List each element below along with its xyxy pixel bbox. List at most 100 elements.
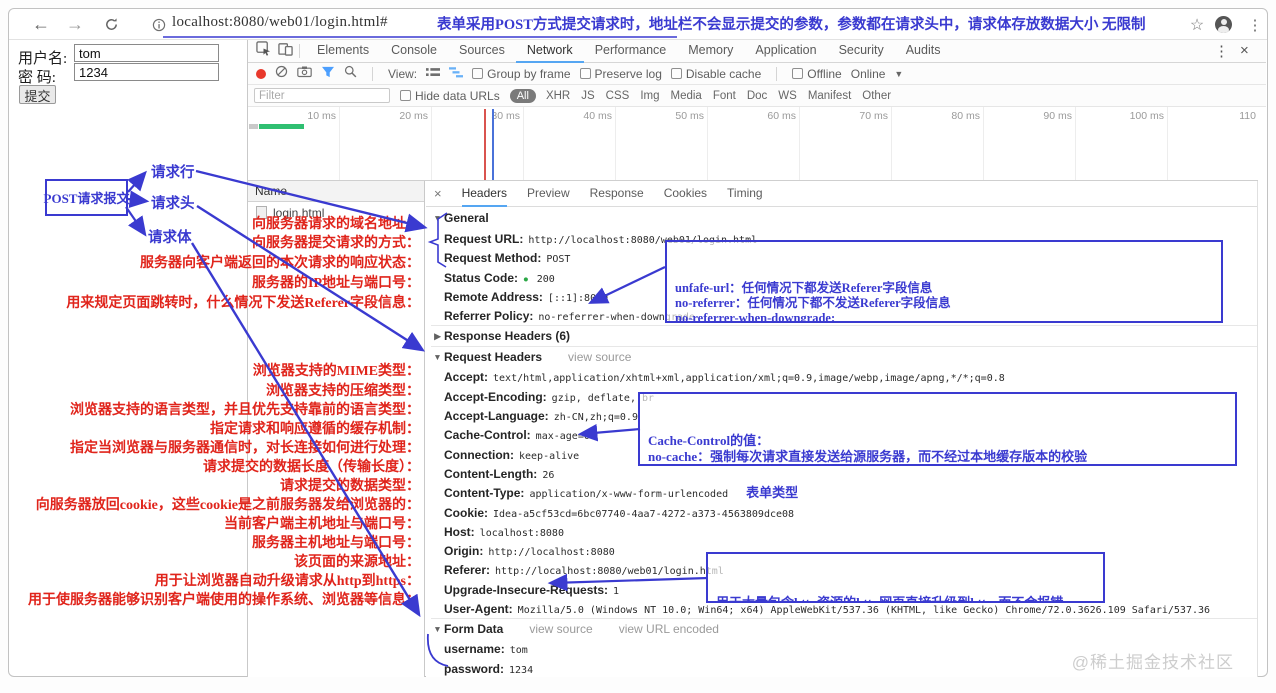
timeline-tick-label: 80 ms (892, 107, 984, 180)
devtools-tab[interactable]: Sources (448, 40, 516, 63)
view-source-link[interactable]: view URL encoded (619, 622, 719, 636)
disable-cache-checkbox[interactable]: Disable cache (670, 67, 761, 81)
username-field[interactable] (74, 44, 219, 62)
waterfall-bar-gray (249, 124, 258, 129)
view-source-link[interactable]: view source (529, 622, 592, 636)
note-line: 用于大量包含http资源的http网页直接升级到https而不会报错， (716, 595, 1077, 603)
triangle-down-icon: ▼ (433, 351, 442, 362)
load-event-marker (492, 109, 494, 180)
record-button[interactable] (256, 68, 266, 79)
devtools-tab[interactable]: Application (744, 40, 827, 63)
filter-type-all[interactable]: All (509, 88, 536, 103)
screenshot-root: { "browser": { "url": "localhost:8080/we… (0, 0, 1276, 693)
watermark: @稀土掘金技术社区 (1071, 653, 1234, 672)
waterfall-bar-green (259, 124, 304, 129)
request-body-label: 请求体 (148, 230, 192, 246)
reload-icon (105, 18, 117, 30)
devtools-tab[interactable]: Elements (306, 40, 380, 63)
search-icon (344, 65, 357, 77)
chevron-down-icon[interactable]: ▼ (894, 69, 903, 79)
details-tab[interactable]: Cookies (664, 181, 707, 207)
divider (372, 66, 373, 81)
name-column-header[interactable]: Name (248, 181, 424, 202)
timeline-tick-label: 70 ms (800, 107, 892, 180)
timeline-tick-label: 50 ms (616, 107, 708, 180)
upgrade-insecure-note-box: 用于大量包含http资源的http网页直接升级到https而不会报错，简洁的说，… (706, 552, 1105, 603)
filter-type[interactable]: WS (778, 90, 797, 102)
bookmark-star-icon[interactable]: ☆ (1185, 9, 1209, 40)
preserve-log-checkbox[interactable]: Preserve log (579, 67, 662, 81)
devtools-tabs: Elements Console Sources Network Performance… (306, 40, 951, 63)
device-toolbar-icon[interactable] (278, 41, 293, 61)
filter-type[interactable]: Font (713, 90, 736, 102)
screenshot-button[interactable] (297, 65, 312, 83)
filter-type[interactable]: XHR (546, 90, 570, 102)
list-view-icon[interactable] (426, 65, 441, 83)
devtools-tab[interactable]: Security (828, 40, 895, 63)
url-bar[interactable]: localhost:8080/web01/login.html# (172, 14, 388, 31)
search-button[interactable] (344, 65, 357, 83)
details-tab[interactable]: Preview (527, 181, 570, 207)
devtools-tab[interactable]: Audits (895, 40, 952, 63)
offline-checkbox[interactable]: Offline (792, 67, 842, 81)
inspect-element-icon[interactable] (256, 41, 271, 61)
password-field[interactable] (74, 63, 219, 81)
filter-type[interactable]: Doc (747, 90, 767, 102)
info-icon[interactable] (147, 9, 171, 40)
devtools-tab[interactable]: Memory (677, 40, 744, 63)
timeline-tick-label: 100 ms (1076, 107, 1168, 180)
back-button[interactable]: ← (29, 9, 53, 40)
filter-bar: Hide data URLs All XHR JS CSS Img Media Font D… (248, 85, 1266, 107)
view-source-link[interactable]: view source (568, 350, 631, 364)
reload-button[interactable] (99, 9, 123, 40)
filter-type[interactable]: Manifest (808, 90, 851, 102)
section-links: view source (542, 347, 631, 368)
details-tab[interactable]: Timing (727, 181, 763, 207)
filter-type[interactable]: Media (670, 90, 701, 102)
section-links: view source view URL encoded (503, 619, 719, 640)
form-data-section-header[interactable]: ▼ Form Data view source view URL encoded (431, 618, 1257, 639)
filter-type[interactable]: CSS (606, 90, 630, 102)
filter-types: XHR JS CSS Img Media Font Doc WS Manifest Other (546, 90, 891, 102)
devtools-tab[interactable]: Network (515, 40, 584, 63)
response-headers-section-header[interactable]: ▶ Response Headers (6) (431, 325, 1257, 346)
browser-menu-icon[interactable]: ⋮ (1243, 9, 1267, 40)
devtools-tab[interactable]: Console (380, 40, 448, 63)
divider (299, 44, 300, 58)
details-tab[interactable]: Response (590, 181, 644, 207)
header-row: Host: localhost:8080 (444, 524, 564, 539)
triangle-down-icon: ▼ (433, 213, 442, 223)
hide-data-urls-checkbox[interactable]: Hide data URLs (400, 89, 500, 103)
request-headers-label: 请求头 (151, 196, 195, 212)
clear-icon (275, 65, 288, 77)
throttling-select[interactable]: Online (851, 67, 886, 81)
red-annotation-line: 指定当浏览器与服务器通信时，对长连接如何进行处理： (70, 441, 420, 456)
request-headers-section-header[interactable]: ▼ Request Headers view source (431, 346, 1257, 367)
devtools-menu-icon[interactable]: ⋮ (1214, 42, 1229, 60)
waterfall-view-icon[interactable] (449, 65, 464, 83)
general-section-header[interactable]: ▼ General (431, 208, 1257, 229)
devtools-close-icon[interactable]: × (1240, 42, 1249, 59)
red-annotation-line: 指定请求和响应遵循的缓存机制： (210, 422, 420, 437)
filter-input[interactable] (254, 88, 390, 103)
group-by-frame-checkbox[interactable]: Group by frame (472, 67, 571, 81)
red-annotation-line: 服务器的IP地址与端口号： (252, 276, 420, 291)
post-request-message-box: POST请求报文 (44, 179, 129, 216)
red-annotation-line: 用于使服务器能够识别客户端使用的操作系统、浏览器等信息： (28, 593, 420, 608)
close-icon[interactable]: × (434, 186, 442, 201)
devtools-tab[interactable]: Performance (584, 40, 678, 63)
submit-button[interactable]: 提交 (19, 85, 56, 104)
details-tab[interactable]: Headers (461, 181, 507, 207)
username-label: 用户名: (18, 51, 68, 67)
forward-button[interactable]: → (63, 9, 87, 40)
filter-type[interactable]: Other (862, 90, 891, 102)
checkbox-icon (400, 90, 411, 101)
details-scrollbar-track[interactable] (1257, 181, 1258, 677)
filter-toggle-button[interactable] (321, 65, 335, 83)
filter-type[interactable]: Img (640, 90, 659, 102)
timeline-overview[interactable]: 10 ms 20 ms 30 ms 40 ms 50 ms 60 ms 70 ms 80 ms… (248, 107, 1258, 181)
avatar[interactable] (1215, 16, 1232, 33)
clear-button[interactable] (275, 65, 288, 83)
checkbox-icon (579, 68, 591, 79)
filter-type[interactable]: JS (581, 90, 594, 102)
